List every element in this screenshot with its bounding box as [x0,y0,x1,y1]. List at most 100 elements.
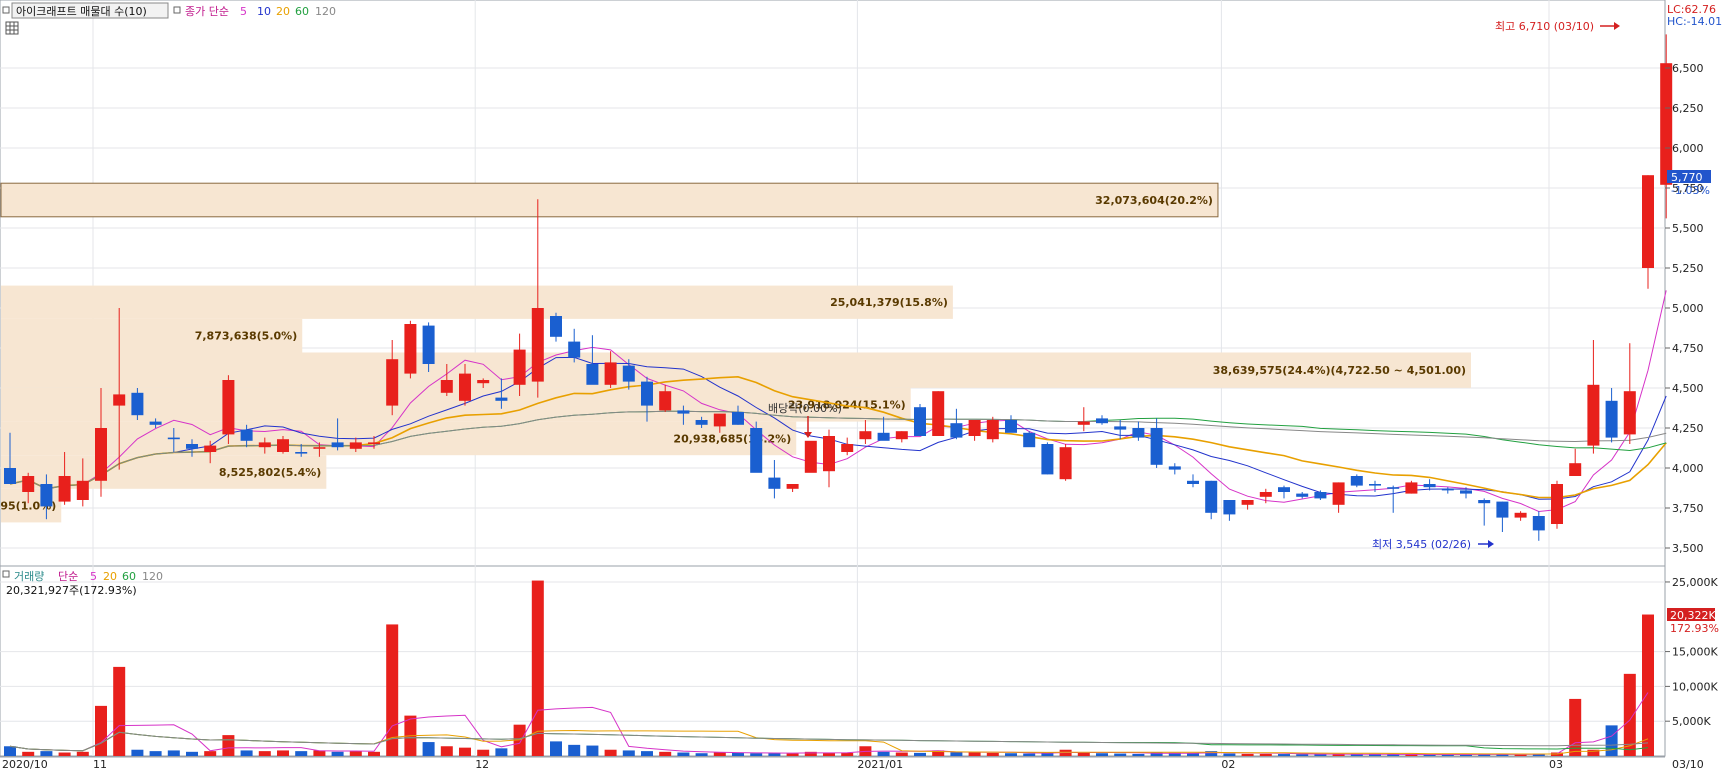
volume-bar [204,751,217,756]
candle-body [1423,484,1436,488]
volume-bar [368,751,380,756]
volume-bar [131,749,144,756]
candle-body [204,445,217,452]
volume-bar [604,749,617,756]
candle-body [1496,501,1509,518]
candle-body [732,412,744,425]
volume-bar [1642,614,1654,756]
vol-legend-ma20: 20 [103,570,117,583]
candle-body [1187,480,1199,484]
volume-bar [422,742,435,756]
volume-bar [1569,698,1582,756]
volume-bar [186,751,198,756]
candle-body [495,397,508,401]
volume-tick-label: 10,000K [1672,680,1718,693]
price-tick-label: 6,000 [1672,142,1704,155]
legend-ma10: 10 [257,5,271,18]
candle-body [1278,487,1290,492]
hc-readout: HC:-14.01 [1667,15,1722,28]
candle-body [895,431,908,440]
x-tick-label: 02 [1221,758,1235,771]
candle-body [149,421,162,425]
vol-legend-ma-label: 단순 [58,570,78,583]
dividend-annotation: 배당락(0.00%) [768,402,842,415]
volume-tick-label: 15,000K [1672,646,1718,659]
candle-body [131,392,144,416]
candle-body [440,380,453,393]
candle-body [550,316,562,337]
candle-body [186,444,198,449]
legend-ma20: 20 [276,5,290,18]
volume-bar [4,746,16,756]
volume-bar [1023,753,1036,756]
profile-label: 32,073,604(20.2%) [1095,194,1213,207]
legend-ma60: 60 [295,5,309,18]
volume-bar [750,753,763,756]
volume-bar [40,751,53,756]
volume-bar [1241,753,1254,756]
candle-body [331,442,344,448]
volume-bar [713,752,726,756]
candle-body [1259,492,1272,497]
candle-body [1332,482,1345,505]
vol-legend-ma5: 5 [90,570,97,583]
volume-bar [568,744,581,756]
candle-body [1405,482,1418,494]
candle-body [95,428,107,481]
volume-bar [1605,725,1618,756]
current-price-label: 5,770 [1671,171,1703,184]
volume-bar [76,751,89,756]
profile-label: 38,639,575(24.4%)(4,722.50 ~ 4,501.00) [1213,364,1466,377]
volume-bar [113,666,126,756]
volume-bar [22,751,35,756]
candle-body [1514,512,1527,518]
x-tick-label: 03 [1549,758,1563,771]
vol-legend-ma120: 120 [142,570,163,583]
candle-body [859,431,872,440]
legend-ma120: 120 [315,5,336,18]
candle-body [713,413,726,427]
candle-body [768,477,781,489]
profile-label: 20,938,685(13.2%) [673,432,791,445]
candle-body [422,325,435,364]
volume-bar [1077,752,1090,756]
volume-bar [167,750,180,756]
volume-bar [550,741,562,756]
candle-body [950,423,963,438]
table-icon[interactable] [5,21,19,35]
volume-tick-label: 5,000K [1672,715,1711,728]
volume-bar [622,750,635,756]
volume-bar [222,735,235,756]
candle-body [1460,490,1472,494]
price-tick-label: 4,750 [1672,342,1704,355]
volume-bar [531,580,544,756]
candle-body [622,365,635,382]
volume-bar [149,751,162,756]
volume-bar [586,745,599,756]
volume-bar [986,752,999,756]
candle-body [1223,500,1236,515]
candle-body [404,324,417,374]
volume-bar [914,752,926,756]
candle-body [914,407,926,436]
volume-bar [1223,753,1236,756]
profile-label: 25,041,379(15.8%) [830,296,948,309]
candle-body [1441,488,1454,491]
x-axis: 2020/10 11 12 2021/01 02 03 03/10 [0,756,1704,771]
volume-bar [786,753,799,756]
candle-body [1478,500,1491,504]
volume-axis: 25,000K 15,000K 10,000K 5,000K [1665,576,1718,728]
candle-body [804,440,817,473]
volume-bar [641,751,653,756]
candle-body [1096,418,1108,424]
candle-body [659,391,672,411]
candle-body [641,381,653,406]
volume-bar [1259,753,1272,756]
volume-panel-frame [0,565,1666,757]
volume-tick-label: 25,000K [1672,576,1718,589]
candle-body [258,442,271,448]
candle-body [1059,447,1072,480]
candle-body [1205,480,1218,513]
candle-body [58,476,71,502]
price-tick-label: 4,500 [1672,382,1704,395]
